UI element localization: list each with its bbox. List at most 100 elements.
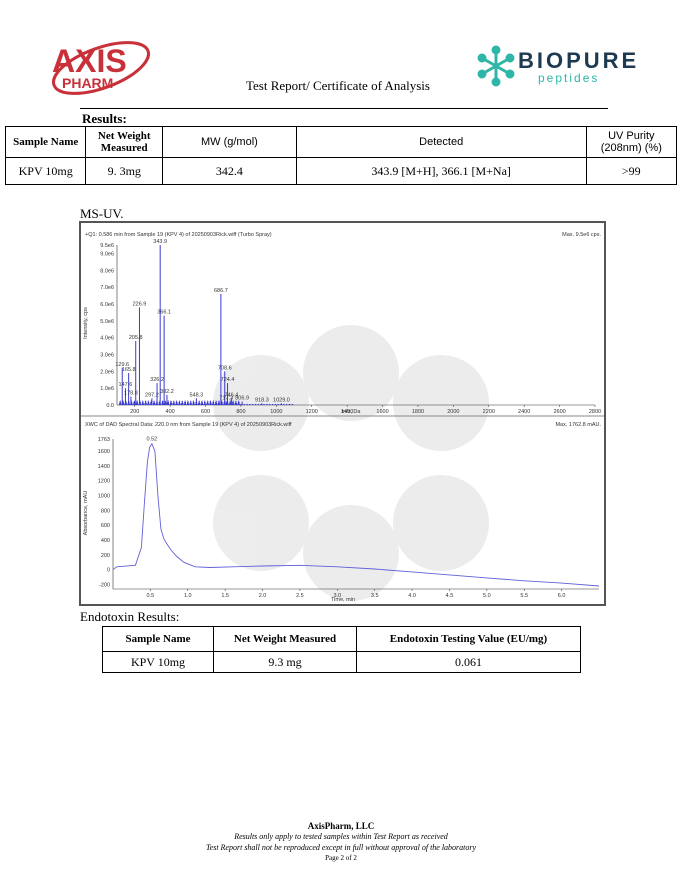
uv-y-tick-label: 1763 [98,437,110,443]
uv-x-tick-label: 3.5 [371,593,379,599]
ms-y-tick-label: 6.0e6 [100,302,114,308]
endotoxin-header-row: Sample Name Net Weight Measured Endotoxi… [102,626,581,652]
cell-uv-purity: >99 [585,157,678,185]
uv-x-tick-label: 4.0 [408,593,416,599]
ms-x-tick-label: 1800 [412,409,424,415]
ms-y-tick-label: 2.0e6 [100,369,114,375]
uv-x-tick-label: 1.5 [221,593,229,599]
endotoxin-label: Endotoxin Results: [80,609,180,624]
endotoxin-data-row: KPV 10mg 9.3 mg 0.061 [102,651,581,673]
ms-y-tick-label: 9.5e6 [100,243,114,249]
ms-x-tick-label: 1600 [376,409,388,415]
uv-y-tick-label: 1200 [98,479,110,485]
ms-peak-label: 806.9 [235,396,249,402]
ms-x-tick-label: 1400 [341,409,353,415]
ms-spectrum-title: +Q1: 0.586 min from Sample 19 (KPV 4) of… [85,232,272,238]
results-table: Sample Name Net Weight Measured MW (g/mo… [4,126,678,185]
ms-x-tick-label: 2200 [483,409,495,415]
ms-uv-chart-frame: +Q1: 0.586 min from Sample 19 (KPV 4) of… [79,221,606,606]
uv-max-label: Max. 1762.8 mAU. [555,422,601,428]
endo-col-value: Endotoxin Testing Value (EU/mg) [356,626,581,652]
ms-peak-label: 326.2 [150,377,164,383]
ms-peak-label: 686.7 [214,288,228,294]
results-label: Results: [82,111,127,126]
ms-x-tick-label: 400 [166,409,175,415]
uv-y-label: Absorbance, mAU [83,491,89,536]
ms-y-tick-label: 9.0e6 [100,251,114,257]
watermark-logo [213,325,489,601]
footer-disclaimer-2: Test Report shall not be reproduced exce… [205,843,477,852]
ms-y-tick-label: 3.0e6 [100,352,114,358]
uv-y-tick-label: 600 [101,523,110,529]
uv-y-tick-label: 400 [101,538,110,544]
results-data-row: KPV 10mg 9. 3mg 342.4 343.9 [M+H], 366.1… [4,157,678,185]
biopure-logo: BIOPURE peptides [477,45,639,87]
ms-peak-label: 548.3 [189,392,203,398]
uv-x-tick-label: 3.0 [333,593,341,599]
uv-y-tick-label: -200 [99,583,110,589]
cell-sample-name: KPV 10mg [4,157,87,185]
footer-company: AxisPharm, LLC [307,821,375,831]
ms-y-tick-label: 1.0e6 [100,386,114,392]
svg-text:BIOPURE: BIOPURE [518,48,639,73]
ms-y-tick-label: 5.0e6 [100,319,114,325]
ms-peak-label: 382.2 [160,389,174,395]
ms-peak-label: 724.4 [221,377,235,383]
ms-x-tick-label: 800 [236,409,245,415]
uv-y-tick-label: 1600 [98,449,110,455]
endotoxin-table: Sample Name Net Weight Measured Endotoxi… [102,626,581,673]
footer-page-number: Page 2 of 2 [325,854,357,862]
col-mw: MW (g/mol) [162,126,297,158]
ms-x-tick-label: 2400 [518,409,530,415]
uv-x-tick-label: 2.5 [296,593,304,599]
ms-peak-label: 1029.0 [273,397,290,403]
ms-peak-label: 708.6 [218,365,232,371]
ms-peak-label: 343.9 [153,239,167,245]
ms-x-tick-label: 2000 [447,409,459,415]
cell-mw: 342.4 [162,157,297,185]
report-title: Test Report/ Certificate of Analysis [246,78,430,93]
ms-peak-label: 165.8 [122,367,136,373]
endo-col-net-weight: Net Weight Measured [213,626,357,652]
molecule-icon [477,45,515,87]
ms-x-tick-label: 1200 [306,409,318,415]
header-divider [80,108,608,109]
ms-max-label: Max. 9.5e6 cps. [562,232,601,238]
ms-peak-label: 205.8 [129,335,143,341]
svg-text:PHARM: PHARM [62,75,113,91]
ms-peak-label: 366.1 [157,310,171,316]
footer-disclaimer-1: Results only apply to tested samples wit… [234,832,448,841]
ms-uv-chart: +Q1: 0.586 min from Sample 19 (KPV 4) of… [81,232,604,603]
uv-peak-label: 0.52 [147,437,158,443]
endo-cell-net-weight: 9.3 mg [213,651,357,673]
ms-x-tick-label: 2800 [589,409,601,415]
uv-x-tick-label: 6.0 [558,593,566,599]
uv-y-tick-label: 200 [101,553,110,559]
cell-net-weight: 9. 3mg [85,157,164,185]
col-net-weight: Net Weight Measured [85,126,164,158]
uv-x-tick-label: 5.0 [483,593,491,599]
svg-text:peptides: peptides [538,71,599,85]
ms-y-tick-label: 8.0e6 [100,268,114,274]
ms-x-tick-label: 2600 [553,409,565,415]
col-detected: Detected [295,126,587,158]
uv-x-tick-label: 0.5 [147,593,155,599]
endo-col-sample-name: Sample Name [102,626,214,652]
uv-y-tick-label: 1400 [98,464,110,470]
ms-peak-label: 147.6 [119,382,133,388]
uv-y-tick-label: 800 [101,508,110,514]
ms-y-tick-label: 4.0e6 [100,336,114,342]
uv-chromatogram-title: XWC of DAD Spectral Data: 220.0 nm from … [85,422,292,428]
endo-cell-value: 0.061 [356,651,581,673]
axispharm-logo: AXIS PHARM [52,41,150,95]
cell-detected: 343.9 [M+H], 366.1 [M+Na] [295,157,587,185]
results-header-row: Sample Name Net Weight Measured MW (g/mo… [4,126,678,158]
msuv-label: MS-UV. [80,206,124,221]
ms-y-label: Intensity, cps [83,307,89,339]
uv-x-tick-label: 5.5 [520,593,528,599]
ms-y-tick-label: 7.0e6 [100,285,114,291]
ms-x-tick-label: 600 [201,409,210,415]
col-uv-purity: UV Purity (208nm) (%) [585,126,678,158]
endo-cell-sample-name: KPV 10mg [102,651,214,673]
uv-x-tick-label: 4.5 [446,593,454,599]
